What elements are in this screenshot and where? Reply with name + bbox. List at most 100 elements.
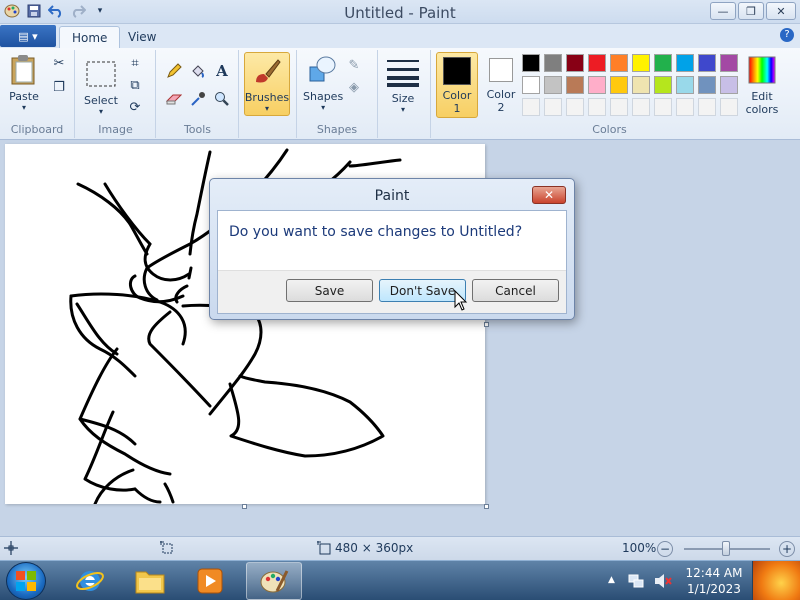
palette-swatch[interactable] (544, 54, 562, 72)
network-icon[interactable] (628, 573, 644, 589)
zoom-out-button[interactable]: − (657, 541, 673, 557)
palette-swatch[interactable] (698, 98, 716, 116)
palette-swatch[interactable] (610, 54, 628, 72)
selection-size-icon (160, 541, 174, 555)
palette-swatch[interactable] (654, 54, 672, 72)
color2-button[interactable]: Color 2 (482, 54, 520, 114)
brushes-button[interactable]: Brushes ▾ (244, 52, 290, 116)
size-button[interactable]: Size ▾ (387, 56, 419, 114)
select-dropdown-icon[interactable]: ▾ (99, 107, 103, 116)
palette-swatch[interactable] (698, 54, 716, 72)
paste-dropdown-icon[interactable]: ▾ (22, 103, 26, 112)
color2-label: Color 2 (486, 88, 516, 114)
rotate-icon[interactable]: ⟳ (126, 98, 144, 116)
zoom-slider-thumb[interactable] (722, 541, 730, 556)
save-button[interactable]: Save (286, 279, 373, 302)
palette-swatch[interactable] (632, 98, 650, 116)
palette-swatch[interactable] (566, 76, 584, 94)
zoom-level: 100% (622, 541, 657, 555)
size-icon (387, 56, 419, 88)
fill-shape-icon[interactable]: ◈ (345, 78, 363, 96)
palette-swatch[interactable] (544, 98, 562, 116)
palette-swatch[interactable] (720, 76, 738, 94)
close-window-button[interactable]: ✕ (766, 2, 796, 20)
save-changes-dialog: Paint ✕ Do you want to save changes to U… (209, 178, 575, 320)
color2-swatch (489, 58, 513, 82)
minimize-icon: — (717, 4, 729, 18)
start-button[interactable] (6, 562, 46, 600)
restore-button[interactable]: ❐ (738, 2, 764, 20)
eraser-icon[interactable] (165, 90, 183, 108)
palette-swatch[interactable] (676, 76, 694, 94)
zoom-in-button[interactable]: + (779, 541, 795, 557)
tray-overflow-icon[interactable]: ▲ (608, 575, 615, 585)
minimize-button[interactable]: — (710, 2, 736, 20)
resize-icon[interactable]: ⧉ (126, 76, 144, 94)
palette-swatch[interactable] (632, 54, 650, 72)
media-player-icon (197, 568, 223, 594)
cut-icon[interactable]: ✂ (50, 54, 68, 72)
magnifier-icon[interactable] (213, 90, 231, 108)
color1-button[interactable]: Color 1 (436, 52, 478, 118)
taskbar-internet-explorer[interactable] (62, 562, 118, 600)
text-icon[interactable]: A (213, 62, 231, 80)
dialog-body: Do you want to save changes to Untitled?… (217, 210, 567, 314)
paste-label: Paste (9, 90, 39, 103)
palette-swatch[interactable] (654, 76, 672, 94)
palette-swatch[interactable] (566, 98, 584, 116)
palette-swatch[interactable] (654, 98, 672, 116)
palette-swatch[interactable] (610, 98, 628, 116)
taskbar-clock[interactable]: 12:44 AM 1/1/2023 (682, 565, 746, 597)
canvas-resize-handle-right[interactable] (484, 322, 489, 327)
volume-muted-icon[interactable] (654, 573, 672, 589)
tab-view[interactable]: View (116, 26, 168, 48)
palette-swatch[interactable] (522, 98, 540, 116)
pencil-icon[interactable] (165, 62, 183, 80)
color1-label: Color 1 (442, 89, 472, 115)
paint-icon (260, 570, 289, 593)
canvas-resize-handle-corner[interactable] (484, 504, 489, 509)
palette-swatch[interactable] (676, 54, 694, 72)
crop-icon[interactable]: ⌗ (126, 54, 144, 72)
taskbar-paint[interactable] (246, 562, 302, 600)
image-size-icon (317, 541, 331, 555)
dialog-close-button[interactable]: ✕ (532, 186, 566, 204)
taskbar-media-player[interactable] (182, 562, 238, 600)
mouse-cursor-icon (454, 290, 468, 311)
palette-swatch[interactable] (544, 76, 562, 94)
dont-save-button[interactable]: Don't Save (379, 279, 466, 302)
outline-icon[interactable]: ✎ (345, 56, 363, 74)
shapes-button[interactable]: Shapes ▾ (303, 54, 343, 112)
paste-icon (8, 54, 40, 86)
palette-swatch[interactable] (522, 76, 540, 94)
palette-swatch[interactable] (588, 76, 606, 94)
select-button[interactable]: Select ▾ (84, 58, 118, 116)
title-bar: ▾ Untitled - Paint — ❐ ✕ (0, 0, 800, 24)
ribbon-tab-row: ▤ ▾ Home View ? (0, 24, 800, 48)
paste-button[interactable]: Paste ▾ (8, 54, 40, 112)
palette-swatch[interactable] (588, 54, 606, 72)
fill-icon[interactable] (189, 62, 207, 80)
palette-swatch[interactable] (720, 98, 738, 116)
palette-swatch[interactable] (720, 54, 738, 72)
copy-icon[interactable]: ❐ (50, 78, 68, 96)
tab-home[interactable]: Home (59, 26, 121, 48)
show-desktop-button[interactable] (752, 561, 800, 600)
color-picker-icon[interactable] (189, 90, 207, 108)
palette-swatch[interactable] (676, 98, 694, 116)
file-menu-button[interactable]: ▤ ▾ (0, 25, 56, 47)
palette-swatch[interactable] (566, 54, 584, 72)
help-icon[interactable]: ? (780, 28, 794, 42)
palette-swatch[interactable] (588, 98, 606, 116)
palette-swatch[interactable] (632, 76, 650, 94)
canvas-resize-handle-bottom[interactable] (242, 504, 247, 509)
palette-swatch[interactable] (522, 54, 540, 72)
restore-icon: ❐ (746, 4, 756, 18)
cancel-button[interactable]: Cancel (472, 279, 559, 302)
palette-swatch[interactable] (610, 76, 628, 94)
edit-colors-icon (746, 54, 778, 86)
edit-colors-label: Edit colors (745, 90, 779, 116)
palette-swatch[interactable] (698, 76, 716, 94)
edit-colors-button[interactable]: Edit colors (742, 54, 782, 116)
taskbar-file-explorer[interactable] (122, 562, 178, 600)
